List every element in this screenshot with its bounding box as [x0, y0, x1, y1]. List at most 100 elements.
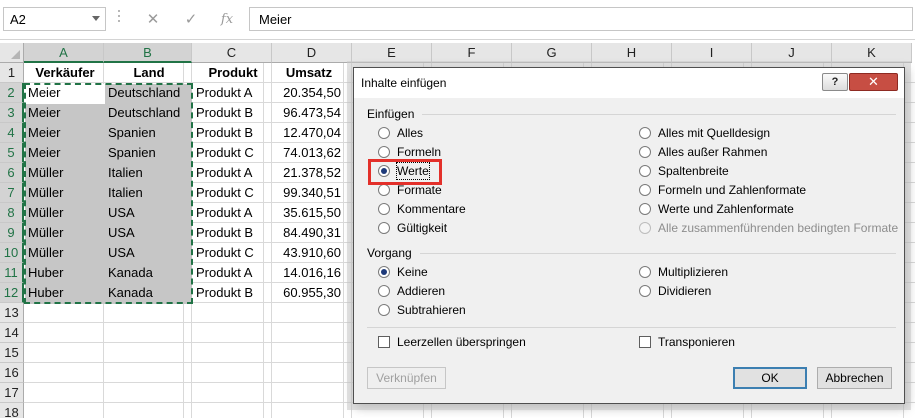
row-header-14[interactable]: 14	[0, 323, 24, 343]
header-cell-d[interactable]: Umsatz	[273, 63, 345, 83]
cell-sales[interactable]: 14.016,16	[273, 263, 345, 283]
cell-sales[interactable]: 20.354,50	[273, 83, 345, 103]
radio-button-icon[interactable]	[639, 165, 651, 177]
select-all-corner[interactable]	[0, 43, 24, 63]
cell-product[interactable]: Produkt A	[193, 163, 273, 183]
cell-product[interactable]: Produkt B	[193, 123, 273, 143]
cell-product[interactable]: Produkt B	[193, 103, 273, 123]
header-cell-b[interactable]: Land	[105, 63, 193, 83]
radio-button-icon[interactable]	[378, 203, 390, 215]
column-header-h[interactable]: H	[592, 43, 672, 63]
radio-label: Addieren	[397, 284, 446, 298]
column-header-i[interactable]: I	[672, 43, 752, 63]
dialog-title: Inhalte einfügen	[361, 76, 447, 90]
row-header-13[interactable]: 13	[0, 303, 24, 323]
radio-button-icon[interactable]	[639, 127, 651, 139]
column-header-g[interactable]: G	[512, 43, 592, 63]
transpose-label: Transponieren	[658, 335, 735, 349]
header-cell-a[interactable]: Verkäufer	[25, 63, 105, 83]
row-header-2[interactable]: 2	[0, 83, 24, 103]
operation-group-divider	[420, 253, 896, 254]
cell-sales[interactable]: 12.470,04	[273, 123, 345, 143]
paste-group-label: Einfügen	[367, 107, 415, 121]
name-box[interactable]: A2	[3, 7, 106, 31]
radio-button-icon[interactable]	[639, 285, 651, 297]
checkbox-icon[interactable]	[378, 336, 390, 348]
cell-sales[interactable]: 96.473,54	[273, 103, 345, 123]
column-header-k[interactable]: K	[832, 43, 912, 63]
checkbox-icon[interactable]	[639, 336, 651, 348]
radio-label: Gültigkeit	[397, 221, 448, 235]
cell-product[interactable]: Produkt C	[193, 183, 273, 203]
cell-sales[interactable]: 43.910,60	[273, 243, 345, 263]
radio-button-icon[interactable]	[378, 266, 390, 278]
row-header-6[interactable]: 6	[0, 163, 24, 183]
cell-product[interactable]: Produkt A	[193, 83, 273, 103]
formula-input[interactable]: Meier	[249, 7, 913, 31]
column-header-a[interactable]: A	[24, 43, 104, 63]
ok-button[interactable]: OK	[733, 367, 807, 389]
radio-button-icon[interactable]	[378, 127, 390, 139]
radio-button-icon[interactable]	[378, 184, 390, 196]
cancel-button[interactable]: Abbrechen	[817, 367, 892, 389]
cell-product[interactable]: Produkt B	[193, 283, 273, 303]
row-header-17[interactable]: 17	[0, 383, 24, 403]
link-button[interactable]: Verknüpfen	[367, 367, 446, 389]
column-header-f[interactable]: F	[432, 43, 512, 63]
formula-bar: A2 ✕ ✓ fx Meier	[0, 0, 915, 40]
name-box-dropdown-icon[interactable]	[92, 16, 100, 21]
row-header-15[interactable]: 15	[0, 343, 24, 363]
row-header-4[interactable]: 4	[0, 123, 24, 143]
row-header-8[interactable]: 8	[0, 203, 24, 223]
row-header-1[interactable]: 1	[0, 63, 24, 83]
cell-sales[interactable]: 21.378,52	[273, 163, 345, 183]
cancel-icon[interactable]: ✕	[141, 9, 165, 31]
operation-group-label: Vorgang	[367, 246, 412, 260]
row-header-12[interactable]: 12	[0, 283, 24, 303]
cell-product[interactable]: Produkt A	[193, 203, 273, 223]
cell-product[interactable]: Produkt C	[193, 243, 273, 263]
column-header-c[interactable]: C	[192, 43, 272, 63]
insert-function-icon[interactable]: fx	[215, 9, 239, 31]
column-header-j[interactable]: J	[752, 43, 832, 63]
column-header-e[interactable]: E	[352, 43, 432, 63]
row-header-10[interactable]: 10	[0, 243, 24, 263]
radio-label: Formeln	[397, 145, 442, 159]
paste-group-divider	[422, 114, 896, 115]
radio-button-icon[interactable]	[378, 146, 390, 158]
row-header-18[interactable]: 18	[0, 403, 24, 418]
cell-sales[interactable]: 35.615,50	[273, 203, 345, 223]
formula-bar-grip[interactable]	[118, 10, 120, 28]
row-header-5[interactable]: 5	[0, 143, 24, 163]
cell-sales[interactable]: 60.955,30	[273, 283, 345, 303]
column-header-b[interactable]: B	[104, 43, 192, 63]
column-header-d[interactable]: D	[272, 43, 352, 63]
radio-button-icon[interactable]	[639, 266, 651, 278]
close-button[interactable]: ✕	[849, 73, 898, 91]
dialog-titlebar[interactable]: Inhalte einfügen ? ✕	[354, 68, 904, 98]
cell-product[interactable]: Produkt A	[193, 263, 273, 283]
radio-button-icon[interactable]	[639, 184, 651, 196]
row-header-3[interactable]: 3	[0, 103, 24, 123]
row-header-16[interactable]: 16	[0, 363, 24, 383]
radio-label: Alles mit Quelldesign	[658, 126, 771, 140]
radio-label: Dividieren	[658, 284, 712, 298]
radio-button-icon[interactable]	[639, 203, 651, 215]
row-header-7[interactable]: 7	[0, 183, 24, 203]
cell-sales[interactable]: 99.340,51	[273, 183, 345, 203]
row-header-9[interactable]: 9	[0, 223, 24, 243]
help-button[interactable]: ?	[822, 73, 848, 91]
cell-sales[interactable]: 74.013,62	[273, 143, 345, 163]
radio-button-icon[interactable]	[378, 222, 390, 234]
header-cell-c[interactable]: Produkt	[193, 63, 273, 83]
row-header-11[interactable]: 11	[0, 263, 24, 283]
radio-button-icon[interactable]	[378, 285, 390, 297]
cell-sales[interactable]: 84.490,31	[273, 223, 345, 243]
radio-button-icon[interactable]	[378, 304, 390, 316]
radio-label: Subtrahieren	[397, 303, 466, 317]
cell-product[interactable]: Produkt C	[193, 143, 273, 163]
cell-product[interactable]: Produkt B	[193, 223, 273, 243]
enter-icon[interactable]: ✓	[179, 9, 203, 31]
radio-label: Multiplizieren	[658, 265, 729, 279]
radio-button-icon[interactable]	[639, 146, 651, 158]
